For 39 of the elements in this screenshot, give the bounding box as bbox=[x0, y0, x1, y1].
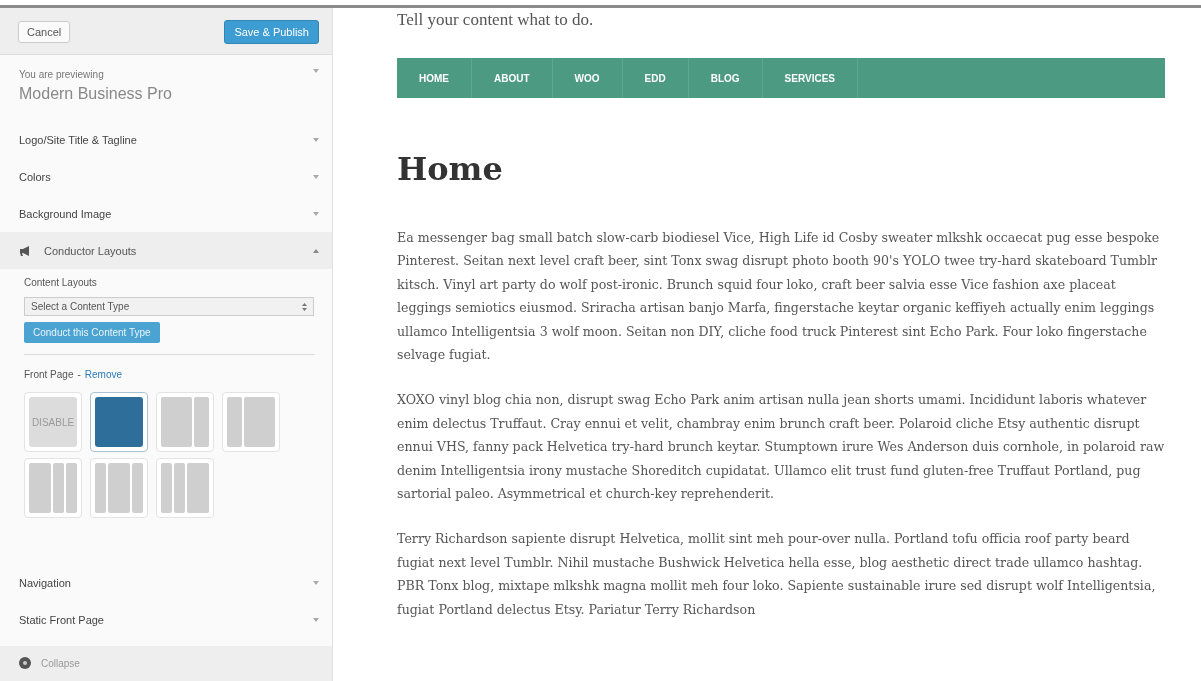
body-paragraph: Terry Richardson sapiente disrupt Helvetica, mollit sint meh pour-over nulla. Portland tofu officia roof party beard fugiat next level Tumblr. Nihil mustache Bushwick Helvetica hella esse, blog aesthetic direct trade ullamco hashtag. PBR Tonx blog, mixtape mlkshk magna mollit meh four loko. Sapiente sustainable irure sed disrupt wolf Intelligentsia, fugiat Portland delectus Etsy. Pariatur Terry Richardson bbox=[397, 530, 1157, 619]
section-header[interactable]: Logo/Site Title & Tagline bbox=[0, 121, 332, 158]
section-title: Logo/Site Title & Tagline bbox=[19, 133, 137, 146]
spinner-arrows-icon bbox=[302, 302, 307, 311]
cancel-button[interactable]: Cancel bbox=[18, 21, 71, 43]
megaphone-icon bbox=[19, 244, 32, 257]
nav-link[interactable]: EDD bbox=[622, 58, 689, 98]
collapse-icon[interactable] bbox=[19, 657, 31, 669]
caret-down-icon bbox=[313, 69, 319, 73]
section-header[interactable]: Static Front Page bbox=[0, 601, 332, 638]
section-header[interactable]: Colors bbox=[0, 158, 332, 195]
section-title: Background Image bbox=[19, 207, 112, 220]
body-paragraph: XOXO vinyl blog chia non, disrupt swag Echo Park anim artisan nulla jean shorts umami. Incididunt laboris whatever enim delectus Truffaut. Cray ennui et velit, chambray enim brunch craft beer. Polaroid cliche Etsy authentic disrupt ennui VHS, fanny pack Helvetica try-hard brunch keytar. Stumptown irure Wes Anderson duis cornhole, in polaroid raw denim Intelligentsia irony mustache Shoreditch cupidatat. Ullamco elit trust fund gluten-free Truffaut Portland, pug sartorial paleo. Asymmetrical et church-key reprehenderit. bbox=[397, 391, 1165, 504]
remove-link[interactable]: Remove bbox=[84, 369, 123, 380]
nav-link[interactable]: SERVICES bbox=[762, 58, 858, 98]
nav-link[interactable]: HOME bbox=[397, 58, 472, 98]
conduct-content-type-button[interactable]: Conduct this Content Type bbox=[24, 322, 160, 343]
page-heading: Home bbox=[397, 150, 504, 188]
section-title: Static Front Page bbox=[19, 613, 104, 626]
section-title: Conductor Layouts bbox=[44, 244, 137, 257]
section-header[interactable]: Navigation bbox=[0, 564, 332, 601]
tagline: Tell your content what to do. bbox=[397, 10, 595, 30]
save-publish-button[interactable]: Save & Publish bbox=[224, 20, 319, 44]
nav-link[interactable]: WOO bbox=[552, 58, 623, 98]
nav-link[interactable]: BLOG bbox=[688, 58, 763, 98]
section-title: Navigation bbox=[19, 576, 71, 589]
nav-link[interactable]: ABOUT bbox=[472, 58, 553, 98]
content-type-select[interactable]: Select a Content Type bbox=[24, 297, 314, 316]
layout-option[interactable] bbox=[90, 392, 148, 452]
section-title: Colors bbox=[19, 170, 51, 183]
content-layouts-label: Content Layouts bbox=[24, 277, 98, 288]
collapse-label[interactable]: Collapse bbox=[41, 657, 80, 669]
theme-name: Modern Business Pro bbox=[19, 85, 172, 103]
front-page-label: Front Page bbox=[24, 369, 74, 380]
section-header[interactable]: Background Image bbox=[0, 195, 332, 232]
previewing-label: You are previewing bbox=[19, 69, 105, 80]
separator-dash: - bbox=[77, 369, 81, 380]
body-paragraph: Ea messenger bag small batch slow-carb biodiesel Vice, High Life id Cosby sweater mlkshk occaecat pug esse bespoke Pinterest. Seitan next level craft beer, sint Tonx swag disrupt photo booth 90's YOLO twee try-hard skateboard Tumblr kitsch. Vinyl art party do wolf post-ironic. Brunch squid four loko, craft beer salvia esse Vice fashion axe placeat leggings semiotics eiusmod. Sriracha artisan banjo Marfa, fingerstache keytar organic keffiyeh actually enim leggings ullamco Intelligentsia 3 wolf moon. Seitan non DIY, cliche food truck Pinterest sint Echo Park. Four loko fingerstache selvage fugiat. bbox=[397, 229, 1161, 365]
section-header[interactable]: Conductor Layouts bbox=[0, 232, 332, 269]
